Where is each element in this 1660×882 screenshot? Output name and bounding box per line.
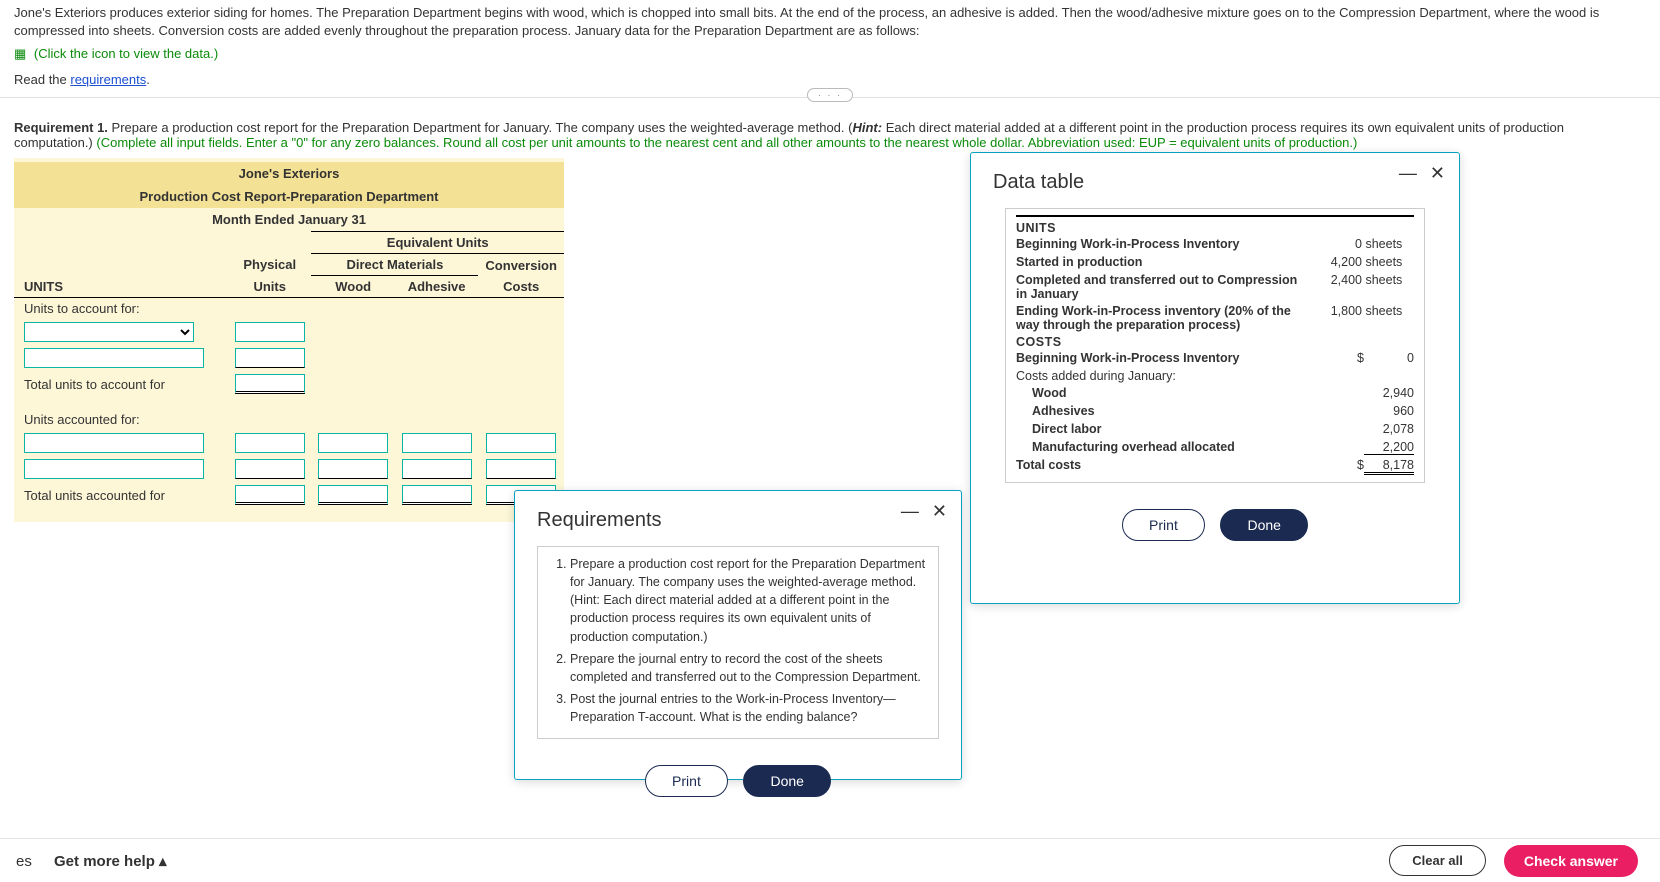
accounted-row2-label[interactable] <box>24 459 204 479</box>
read-requirements-line: Read the requirements. <box>0 64 1660 89</box>
ws-company: Jone's Exteriors <box>14 162 564 185</box>
accounted-row2-adh[interactable] <box>402 459 472 479</box>
data-done-button[interactable]: Done <box>1220 509 1307 541</box>
req-item-3: Post the journal entries to the Work-in-… <box>570 690 926 726</box>
minimize-icon[interactable]: — <box>1399 163 1417 183</box>
accounted-row1-label[interactable] <box>24 433 204 453</box>
accounted-row1-units[interactable] <box>235 433 305 453</box>
accounted-row2-conv[interactable] <box>486 459 556 479</box>
data-print-button[interactable]: Print <box>1122 509 1205 541</box>
account-row1-units[interactable] <box>235 322 305 342</box>
total-accounted-adh[interactable] <box>402 485 472 505</box>
close-icon[interactable]: ✕ <box>932 501 947 521</box>
accounted-row1-conv[interactable] <box>486 433 556 453</box>
total-to-account-label: Total units to account for <box>14 371 228 397</box>
account-row1-select[interactable] <box>24 322 194 342</box>
accounted-row1-wood[interactable] <box>318 433 388 453</box>
total-accounted-units[interactable] <box>235 485 305 505</box>
req-item-1: Prepare a production cost report for the… <box>570 555 926 646</box>
get-more-help-button[interactable]: Get more help <box>54 853 167 870</box>
total-accounted-wood[interactable] <box>318 485 388 505</box>
data-table-modal: — ✕ Data table UNITS Beginning Work-in-P… <box>970 152 1460 604</box>
req-done-button[interactable]: Done <box>743 765 830 797</box>
view-data-row[interactable]: ▦ (Click the icon to view the data.) <box>0 44 1660 64</box>
ws-period: Month Ended January 31 <box>14 208 564 231</box>
req-item-2: Prepare the journal entry to record the … <box>570 650 926 686</box>
req-print-button[interactable]: Print <box>645 765 728 797</box>
units-to-account-label: Units to account for: <box>14 298 228 320</box>
minimize-icon[interactable]: — <box>901 501 919 521</box>
close-icon[interactable]: ✕ <box>1430 163 1445 183</box>
data-table-title: Data table <box>971 153 1459 204</box>
account-row2-units[interactable] <box>235 348 305 368</box>
accounted-row2-units[interactable] <box>235 459 305 479</box>
accounted-row2-wood[interactable] <box>318 459 388 479</box>
check-answer-button[interactable]: Check answer <box>1504 845 1638 877</box>
ws-headers-table: Equivalent Units Physical Direct Materia… <box>14 231 564 508</box>
eq-units-header: Equivalent Units <box>311 232 564 254</box>
requirements-link[interactable]: requirements <box>70 72 146 87</box>
requirement-1-text: Requirement 1. Prepare a production cost… <box>0 106 1660 152</box>
footer-es: es <box>16 853 32 870</box>
clear-all-button[interactable]: Clear all <box>1389 845 1486 876</box>
separator-pill[interactable]: · · · <box>807 88 853 102</box>
accounted-row1-adh[interactable] <box>402 433 472 453</box>
problem-paragraph: Jone's Exteriors produces exterior sidin… <box>0 0 1660 44</box>
view-data-text: (Click the icon to view the data.) <box>34 46 218 61</box>
total-to-account-val[interactable] <box>235 374 305 394</box>
ws-report-title: Production Cost Report-Preparation Depar… <box>14 185 564 208</box>
units-accounted-for-label: Units accounted for: <box>14 409 228 430</box>
cost-report-worksheet: Jone's Exteriors Production Cost Report-… <box>14 158 564 522</box>
table-icon: ▦ <box>14 46 26 62</box>
account-row2-label[interactable] <box>24 348 204 368</box>
footer-bar: es Get more help Clear all Check answer <box>0 838 1660 882</box>
total-accounted-label: Total units accounted for <box>14 482 228 508</box>
data-table-box: UNITS Beginning Work-in-Process Inventor… <box>1005 208 1425 483</box>
requirements-modal: — ✕ Requirements Prepare a production co… <box>514 490 962 780</box>
requirements-list-box: Prepare a production cost report for the… <box>537 546 939 739</box>
